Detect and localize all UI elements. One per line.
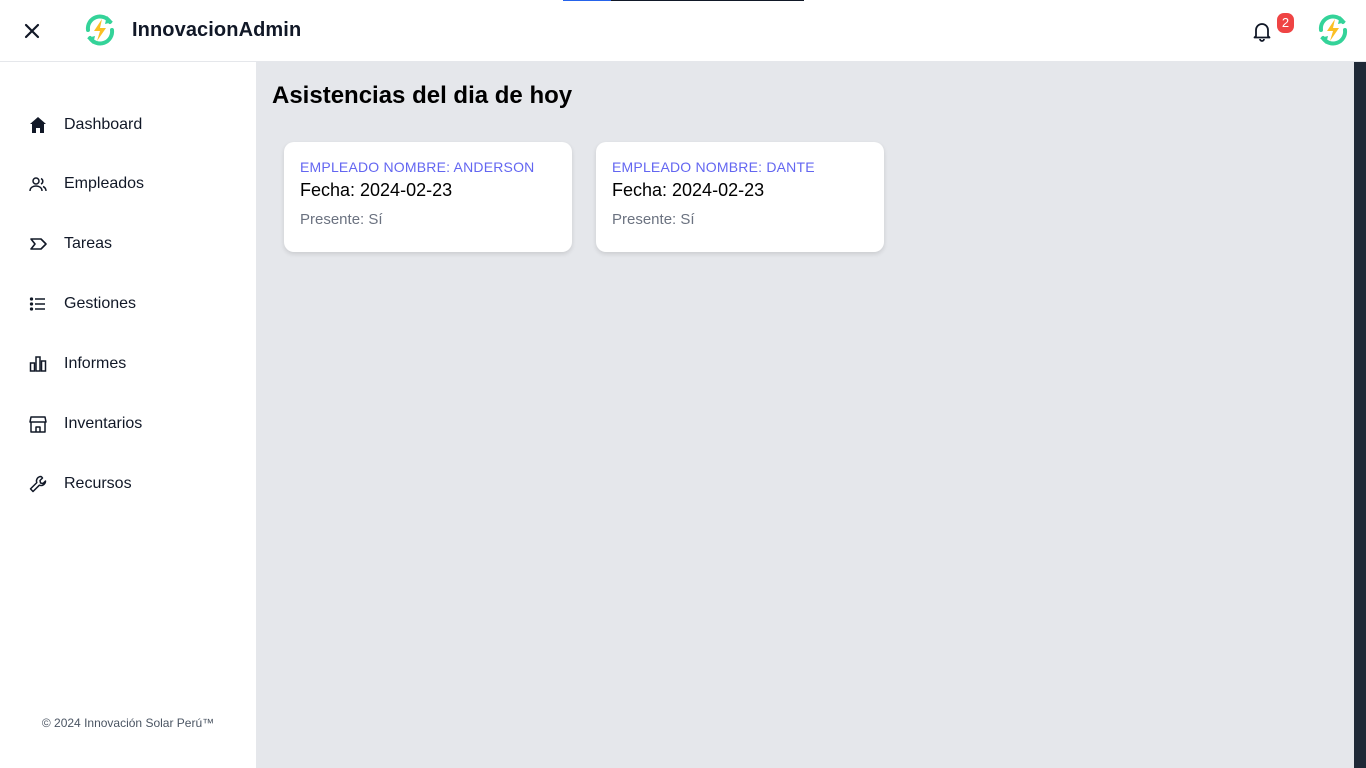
sidebar-item-gestiones[interactable]: Gestiones — [26, 290, 236, 318]
sidebar-item-label: Recursos — [64, 475, 132, 492]
attendance-card: Empleado Nombre: Anderson Fecha: 2024-02… — [284, 142, 572, 252]
store-icon — [26, 412, 50, 436]
sidebar-item-tareas[interactable]: Tareas — [26, 230, 236, 258]
close-sidebar-button[interactable] — [20, 19, 44, 43]
top-progress-line — [563, 0, 804, 1]
brand-name: InnovacionAdmin — [132, 19, 302, 41]
sidebar: Dashboard Empleados Tareas Gestiones Inf… — [0, 62, 256, 768]
attendance-date: Fecha: 2024-02-23 — [300, 180, 453, 200]
top-bar: InnovacionAdmin 2 — [0, 0, 1366, 62]
attendance-card: Empleado Nombre: Dante Fecha: 2024-02-23… — [596, 142, 884, 252]
scrollbar[interactable] — [1354, 62, 1366, 768]
attendance-date: Fecha: 2024-02-23 — [612, 180, 765, 200]
brand-logo-icon — [85, 14, 115, 46]
close-icon — [24, 23, 40, 39]
sidebar-item-label: Informes — [64, 355, 127, 372]
sidebar-footer-copyright: © 2024 Innovación Solar Perú™ — [41, 716, 215, 730]
home-icon — [26, 113, 50, 137]
list-icon — [26, 292, 50, 316]
tag-icon — [26, 232, 50, 256]
sidebar-item-informes[interactable]: Informes — [26, 350, 236, 378]
attendance-status: Presente: Sí — [300, 211, 383, 228]
users-icon — [26, 172, 50, 196]
page-title: Asistencias del dia de hoy — [272, 82, 573, 109]
bell-icon — [1253, 23, 1271, 42]
notifications-button[interactable] — [1250, 19, 1274, 43]
sidebar-item-empleados[interactable]: Empleados — [26, 170, 236, 198]
sidebar-item-label: Gestiones — [64, 295, 137, 312]
notification-count-badge: 2 — [1277, 13, 1294, 33]
sidebar-item-label: Dashboard — [64, 116, 143, 133]
sidebar-item-label: Inventarios — [64, 415, 143, 432]
wrench-icon — [26, 472, 50, 496]
main-content: Asistencias del dia de hoy Empleado Nomb… — [256, 62, 1354, 768]
user-avatar[interactable] — [1313, 12, 1353, 48]
sidebar-item-dashboard[interactable]: Dashboard — [26, 111, 236, 139]
attendance-status: Presente: Sí — [612, 211, 695, 228]
bar-chart-icon — [26, 352, 50, 376]
employee-name: Empleado Nombre: Dante — [612, 159, 815, 175]
sidebar-item-label: Tareas — [64, 235, 113, 252]
sidebar-item-label: Empleados — [64, 175, 145, 192]
sidebar-item-recursos[interactable]: Recursos — [26, 470, 236, 498]
employee-name: Empleado Nombre: Anderson — [300, 159, 535, 175]
sidebar-item-inventarios[interactable]: Inventarios — [26, 410, 236, 438]
